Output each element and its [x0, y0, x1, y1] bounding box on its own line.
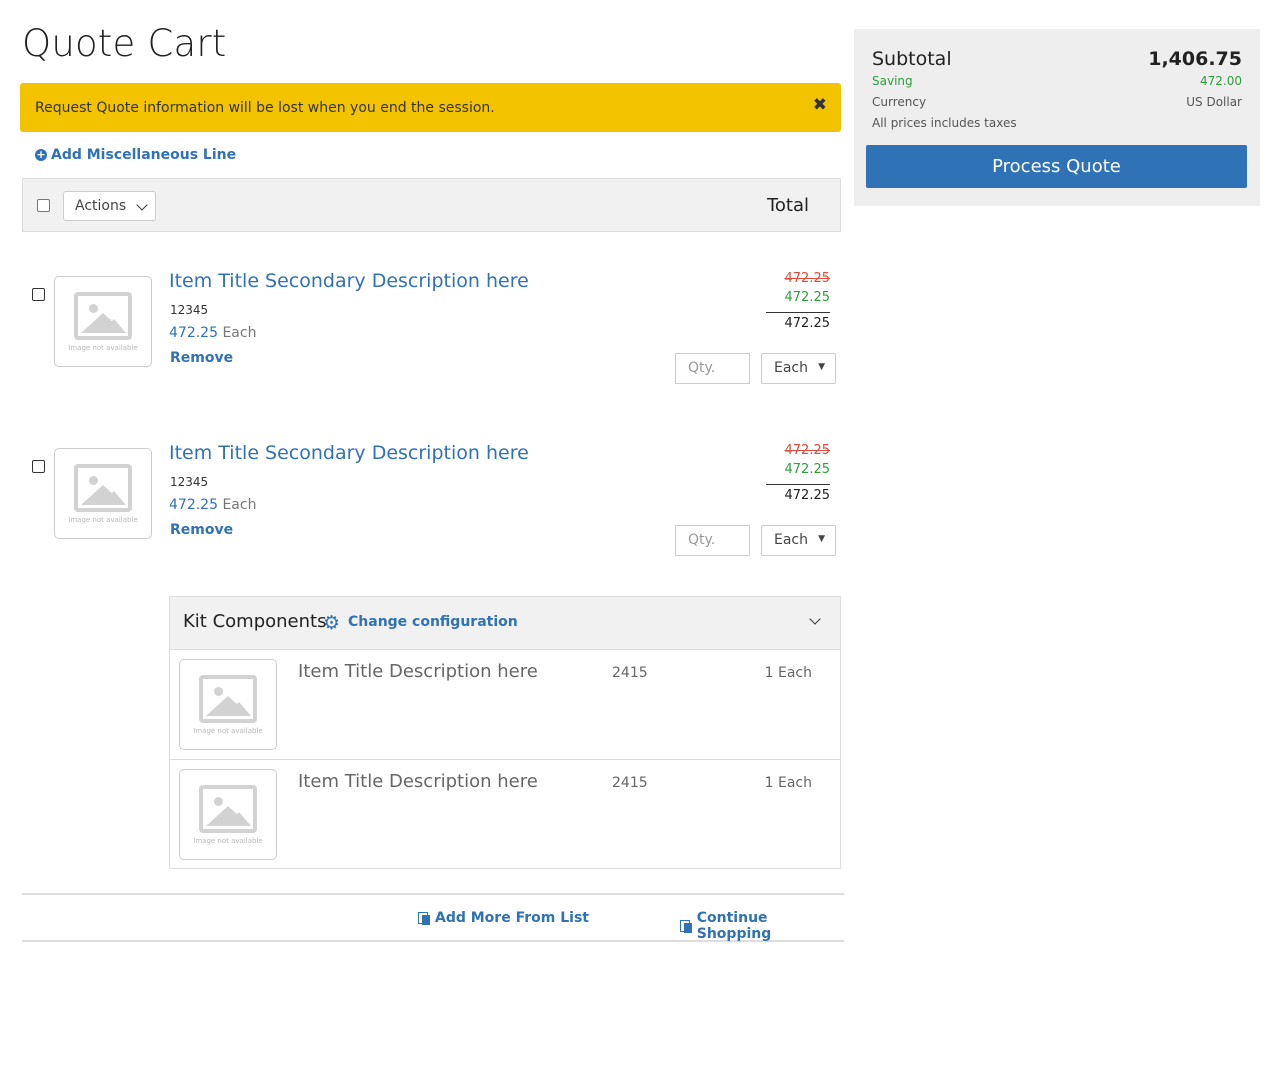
saving-value: 472.00 [1200, 74, 1242, 88]
sale-price: 472.25 [784, 462, 831, 477]
actions-label: Actions [75, 198, 127, 214]
unit-price-value: 472.25 [169, 497, 218, 513]
item-title-link[interactable]: Item Title Secondary Description here [169, 270, 529, 292]
line-item: Image not available Item Title Secondary… [22, 442, 841, 588]
line-item: Image not available Item Title Secondary… [22, 270, 841, 416]
plus-circle-icon: + [35, 148, 47, 161]
image-icon [74, 464, 132, 512]
image-not-available-text: Image not available [193, 727, 263, 735]
copy-icon [680, 919, 693, 933]
add-more-label: Add More From List [435, 910, 589, 926]
unit-label: Each [222, 497, 257, 513]
line-total: 472.25 [784, 316, 831, 331]
image-not-available-text: Image not available [68, 516, 138, 524]
add-misc-label: Add Miscellaneous Line [51, 147, 237, 163]
price-divider [766, 484, 830, 485]
subtotal-value: 1,406.75 [1148, 48, 1242, 70]
change-configuration-link[interactable]: Change configuration [348, 614, 518, 630]
currency-value: US Dollar [1186, 95, 1242, 109]
cart-footer: Add More From List Continue Shopping [22, 893, 844, 942]
continue-shopping-link[interactable]: Continue Shopping [680, 910, 844, 942]
item-unit-price: 472.25 Each [169, 325, 256, 341]
quantity-input[interactable]: Qty. [675, 525, 750, 556]
uom-select[interactable]: Each ▼ [761, 353, 836, 384]
subtotal-label: Subtotal [872, 48, 952, 70]
item-unit-price: 472.25 Each [169, 497, 256, 513]
kit-header: Kit Components ⚙ Change configuration [170, 597, 840, 650]
sale-price: 472.25 [784, 290, 831, 305]
kit-component-row: Image not available Item Title Descripti… [170, 760, 840, 870]
select-all-checkbox[interactable] [37, 199, 50, 212]
image-icon [74, 292, 132, 340]
kit-image-placeholder: Image not available [179, 769, 277, 860]
alert-message: Request Quote information will be lost w… [35, 99, 495, 116]
kit-component-sku: 2415 [612, 775, 648, 791]
unit-label: Each [222, 325, 257, 341]
session-alert: Request Quote information will be lost w… [20, 83, 841, 132]
item-image-placeholder[interactable]: Image not available [54, 448, 152, 539]
remove-item-link[interactable]: Remove [170, 522, 233, 538]
kit-image-placeholder: Image not available [179, 659, 277, 750]
kit-component-name: Item Title Description here [298, 661, 538, 682]
item-sku: 12345 [170, 303, 209, 317]
gear-icon[interactable]: ⚙ [323, 614, 341, 633]
chevron-down-icon[interactable] [809, 613, 821, 625]
uom-select[interactable]: Each ▼ [761, 525, 836, 556]
close-icon[interactable]: ✖ [813, 97, 827, 114]
process-quote-button[interactable]: Process Quote [866, 145, 1247, 188]
page-title: Quote Cart [22, 22, 227, 65]
continue-shopping-label: Continue Shopping [696, 910, 772, 942]
quantity-input[interactable]: Qty. [675, 353, 750, 384]
cart-header: Actions Total [22, 178, 841, 232]
kit-components-panel: Kit Components ⚙ Change configuration Im… [169, 596, 841, 869]
total-column-header: Total [766, 195, 809, 216]
original-price: 472.25 [784, 443, 831, 458]
caret-down-icon: ▼ [818, 534, 825, 544]
kit-component-name: Item Title Description here [298, 771, 538, 792]
tax-note: All prices includes taxes [872, 116, 1017, 130]
image-not-available-text: Image not available [68, 344, 138, 352]
image-icon [199, 675, 257, 723]
add-more-from-list-link[interactable]: Add More From List [418, 910, 589, 926]
order-summary: Subtotal 1,406.75 Saving 472.00 Currency… [854, 29, 1260, 206]
item-title-link[interactable]: Item Title Secondary Description here [169, 442, 529, 464]
price-divider [766, 312, 830, 313]
image-icon [199, 785, 257, 833]
original-price: 472.25 [784, 271, 831, 286]
uom-value: Each [774, 532, 808, 548]
copy-icon [418, 911, 431, 925]
currency-label: Currency [872, 95, 927, 109]
item-checkbox[interactable] [32, 288, 45, 301]
kit-title: Kit Components [183, 611, 327, 632]
item-checkbox[interactable] [32, 460, 45, 473]
add-misc-line-link[interactable]: + Add Miscellaneous Line [35, 147, 236, 163]
image-not-available-text: Image not available [193, 837, 263, 845]
item-image-placeholder[interactable]: Image not available [54, 276, 152, 367]
kit-component-qty: 1 Each [764, 665, 812, 681]
chevron-down-icon [136, 199, 148, 211]
kit-component-row: Image not available Item Title Descripti… [170, 650, 840, 760]
actions-dropdown[interactable]: Actions [63, 191, 156, 221]
line-total: 472.25 [784, 488, 831, 503]
saving-label: Saving [872, 74, 913, 88]
caret-down-icon: ▼ [818, 362, 825, 372]
unit-price-value: 472.25 [169, 325, 218, 341]
kit-component-qty: 1 Each [764, 775, 812, 791]
kit-component-sku: 2415 [612, 665, 648, 681]
item-sku: 12345 [170, 475, 209, 489]
uom-value: Each [774, 360, 808, 376]
remove-item-link[interactable]: Remove [170, 350, 233, 366]
